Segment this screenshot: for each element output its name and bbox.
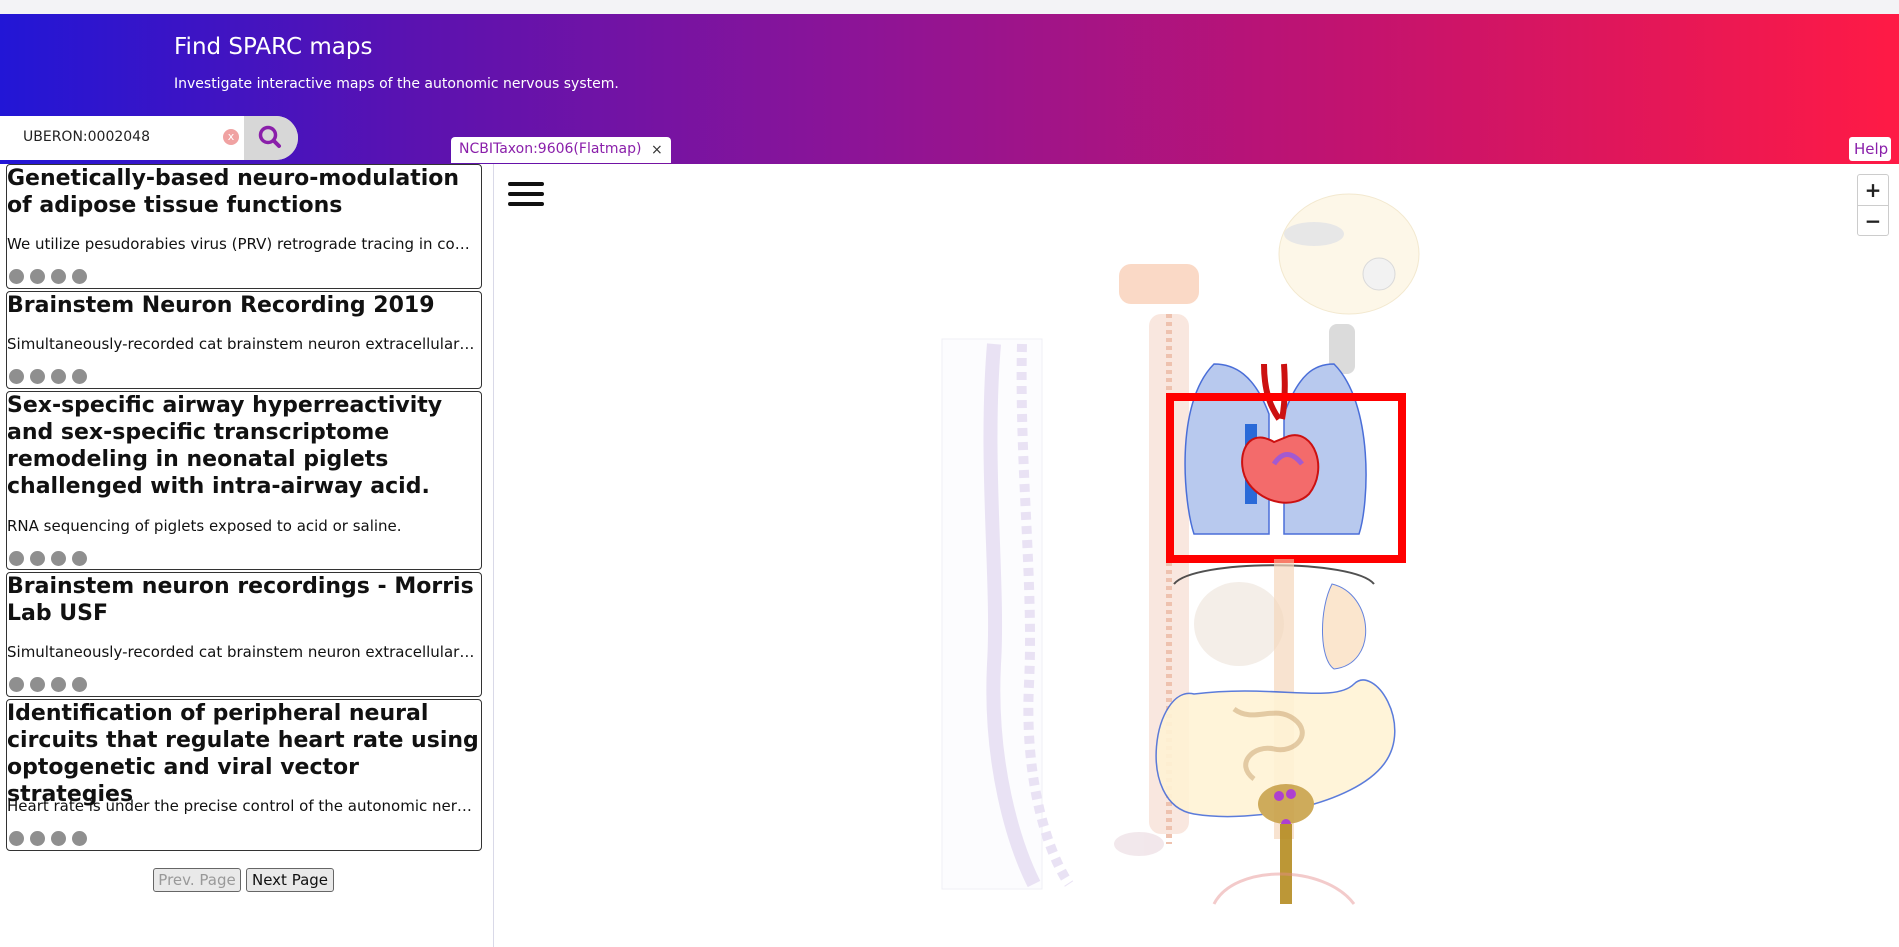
result-tags [9,831,93,847]
result-card[interactable]: Brainstem Neuron Recording 2019 Simultan… [6,291,482,389]
search-button[interactable] [244,116,298,160]
result-tags [9,269,93,285]
page-subtitle: Investigate interactive maps of the auto… [174,76,619,92]
tab-close-icon[interactable]: × [651,142,663,158]
result-description: Simultaneously-recorded cat brainstem ne… [7,335,479,353]
app-header: Find SPARC maps Investigate interactive … [0,14,1899,164]
next-page-button[interactable]: Next Page [246,868,334,892]
result-tags [9,369,93,385]
result-title[interactable]: Identification of peripheral neural circ… [7,700,479,808]
intestines [1155,679,1396,904]
help-button[interactable]: Help [1849,137,1891,161]
pelvis [1114,832,1356,905]
result-card[interactable]: Brainstem neuron recordings - Morris Lab… [6,572,482,697]
result-description: Simultaneously-recorded cat brainstem ne… [7,643,479,661]
prev-page-button[interactable]: Prev. Page [153,868,241,892]
result-description: RNA sequencing of piglets exposed to aci… [7,517,402,535]
result-title[interactable]: Sex-specific airway hyperreactivity and … [7,392,479,500]
result-title[interactable]: Brainstem neuron recordings - Morris Lab… [7,573,479,627]
clear-icon[interactable]: x [223,129,239,145]
search-input[interactable]: UBERON:0002048 [23,129,150,145]
result-title[interactable]: Genetically-based neuro-modulation of ad… [7,165,479,219]
result-card[interactable]: Identification of peripheral neural circ… [6,699,482,851]
page-title: Find SPARC maps [174,34,373,60]
result-description: We utilize pesudorabies virus (PRV) retr… [7,235,479,253]
result-card[interactable]: Sex-specific airway hyperreactivity and … [6,391,482,570]
anatomy-flatmap[interactable] [494,164,1899,947]
search-icon [258,125,281,148]
tab-label: NCBITaxon:9606(Flatmap) [459,141,642,157]
result-tags [9,551,93,567]
search-bar: UBERON:0002048 x [0,116,298,160]
head [1278,193,1420,374]
vertebral-column [941,338,1074,890]
flatmap-viewer[interactable]: + − [493,164,1899,947]
result-tags [9,677,93,693]
results-panel: Genetically-based neuro-modulation of ad… [0,164,493,947]
help-label: Help [1854,140,1889,158]
tab-flatmap[interactable]: NCBITaxon:9606(Flatmap) × [451,137,671,163]
result-card[interactable]: Genetically-based neuro-modulation of ad… [6,164,482,289]
result-title[interactable]: Brainstem Neuron Recording 2019 [7,292,479,319]
top-strip [0,0,1899,14]
result-description: Heart rate is under the precise control … [7,797,479,815]
